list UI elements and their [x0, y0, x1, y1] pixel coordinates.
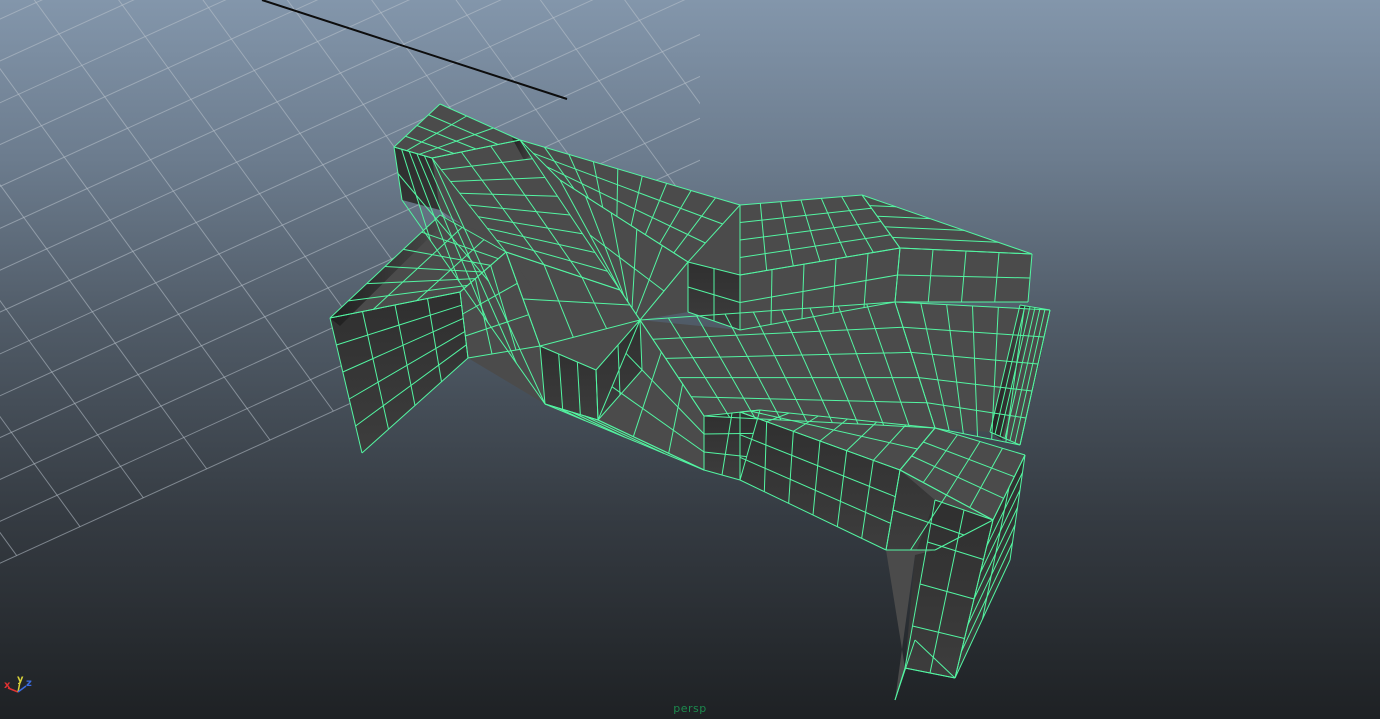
camera-name-label: persp	[673, 702, 707, 715]
reference-line	[261, 0, 568, 100]
wire-edge	[894, 639, 916, 701]
axis-z-label: z	[26, 678, 32, 689]
wire-edge	[0, 57, 144, 499]
axis-x-label: x	[4, 680, 11, 691]
wire-edge	[519, 0, 700, 181]
perspective-viewport[interactable]	[0, 0, 1380, 719]
axis-y-label: y	[17, 674, 24, 685]
wire-edge	[703, 432, 754, 435]
selected-mesh-object[interactable]	[329, 103, 1051, 701]
view-axis-gizmo: x y z	[2, 674, 38, 702]
wire-edge	[0, 0, 271, 441]
wire-edge	[0, 115, 18, 556]
